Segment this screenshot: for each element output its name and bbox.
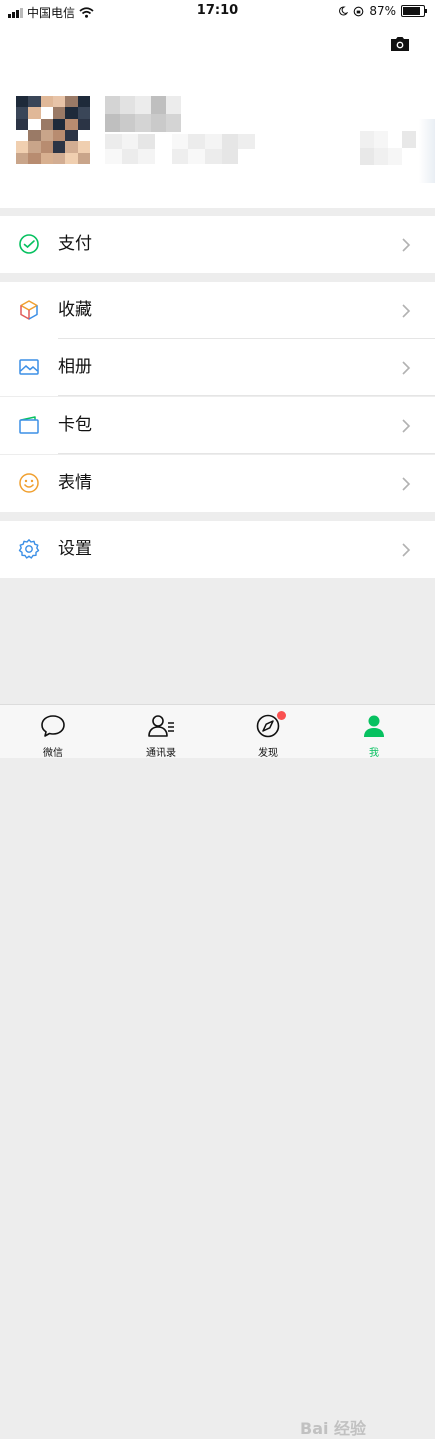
divider xyxy=(58,395,435,396)
chevron-right-icon xyxy=(402,419,411,433)
edge-shadow xyxy=(419,119,435,183)
qr-code-blurred[interactable] xyxy=(360,131,416,165)
tab-contacts[interactable]: 通讯录 xyxy=(111,705,211,759)
avatar[interactable] xyxy=(16,96,90,164)
chevron-right-icon xyxy=(402,543,411,557)
status-bar: 中国电信 17:10 87% xyxy=(0,0,435,24)
orientation-lock-icon xyxy=(353,6,364,16)
picture-icon xyxy=(19,359,39,375)
pay-check-icon xyxy=(19,234,39,254)
watermark: Bai 经验 xyxy=(300,1419,367,1438)
smiley-icon xyxy=(19,473,39,493)
person-icon xyxy=(364,715,384,737)
battery-fill xyxy=(403,7,421,15)
gear-icon xyxy=(18,539,40,559)
chevron-right-icon xyxy=(402,361,411,375)
tab-bar: 微信 通讯录 发现 我 Bai 经验 xyxy=(0,704,435,1438)
menu-label-stickers: 表情 xyxy=(58,473,92,493)
menu-item-favorites[interactable]: 收藏 xyxy=(0,282,435,339)
contacts-icon xyxy=(148,715,174,737)
menu-item-album[interactable]: 相册 xyxy=(0,339,435,396)
divider xyxy=(58,453,435,454)
battery-icon xyxy=(401,5,427,17)
camera-icon[interactable] xyxy=(389,36,411,52)
nickname-blurred xyxy=(105,96,181,132)
menu-item-cards[interactable]: 卡包 xyxy=(0,397,435,454)
menu-label-settings: 设置 xyxy=(58,539,92,559)
tab-chats[interactable]: 微信 xyxy=(3,705,103,759)
notification-dot xyxy=(277,711,286,720)
battery-percent: 87% xyxy=(369,4,396,18)
wallet-card-icon xyxy=(19,416,39,434)
chevron-right-icon xyxy=(402,304,411,318)
menu-label-favorites: 收藏 xyxy=(58,300,92,320)
menu-item-settings[interactable]: 设置 xyxy=(0,521,435,578)
chevron-right-icon xyxy=(402,477,411,491)
menu-label-pay: 支付 xyxy=(58,234,92,254)
menu-label-cards: 卡包 xyxy=(58,415,92,435)
tab-me[interactable]: 我 xyxy=(324,705,424,759)
menu-item-stickers[interactable]: 表情 xyxy=(0,455,435,512)
menu-label-album: 相册 xyxy=(58,357,92,377)
cube-icon xyxy=(20,300,38,320)
profile-header[interactable] xyxy=(0,24,435,208)
chevron-right-icon xyxy=(402,238,411,252)
menu-item-pay[interactable]: 支付 xyxy=(0,216,435,273)
chat-bubble-icon xyxy=(41,715,65,737)
wechat-id-blurred xyxy=(105,134,255,164)
tab-discover[interactable]: 发现 xyxy=(218,705,318,759)
moon-icon xyxy=(339,6,349,16)
